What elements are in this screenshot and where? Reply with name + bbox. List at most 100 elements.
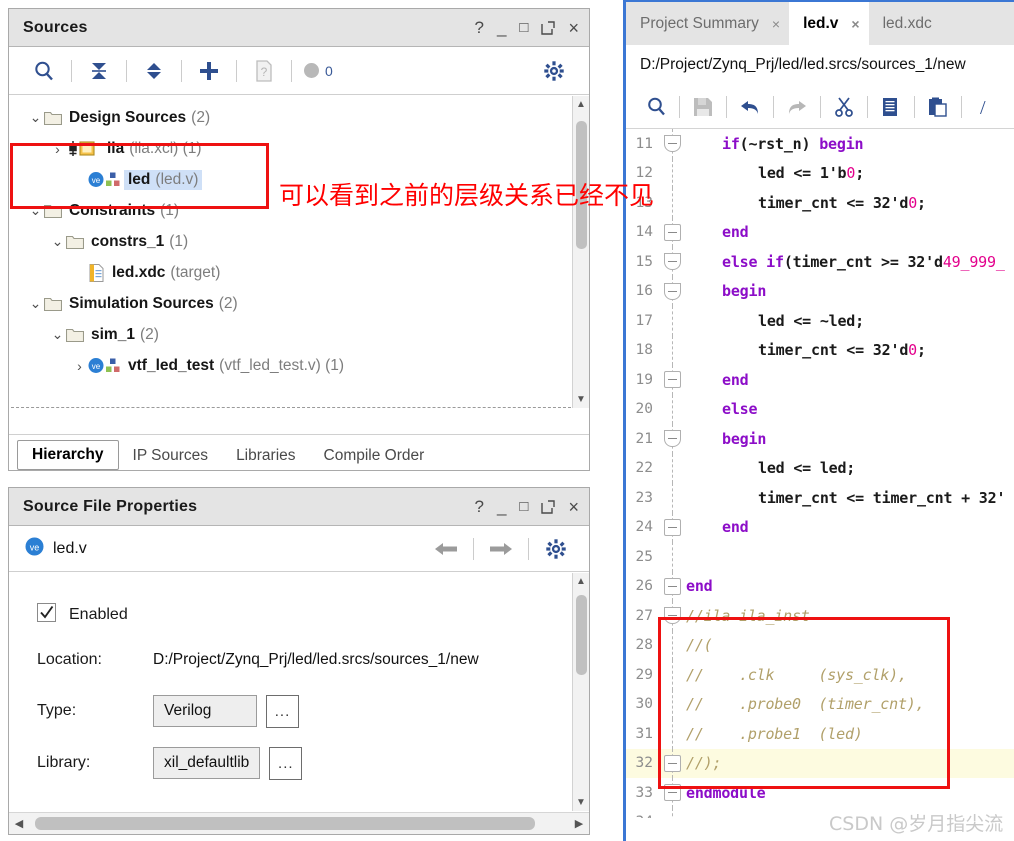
maximize-icon[interactable]: □ <box>519 20 528 35</box>
editor-tab-led-v[interactable]: led.v × <box>789 2 869 45</box>
code-line[interactable]: 23 timer_cnt <= timer_cnt + 32' <box>626 483 1014 513</box>
sources-view-tabs[interactable]: Hierarchy IP Sources Libraries Compile Orde… <box>9 434 589 470</box>
tree-item-vtf-led-test[interactable]: › ve vtf_led_test (vtf_led_test.v) (1) <box>15 350 572 381</box>
chevron-down-icon[interactable]: ⌄ <box>27 295 44 312</box>
tab-hierarchy[interactable]: Hierarchy <box>17 440 119 470</box>
tree-item-sim-1[interactable]: ⌄ sim_1 (2) <box>15 319 572 350</box>
editor-tab-led-xdc[interactable]: led.xdc <box>869 2 941 45</box>
fold-toggle-icon[interactable] <box>660 247 686 277</box>
tree-item-simulation-sources[interactable]: ⌄ Simulation Sources (2) <box>15 288 572 319</box>
code-area[interactable]: 11 if(~rst_n) begin 12 led <= 1'b0; 13 timer_… <box>626 129 1014 818</box>
cut-icon[interactable] <box>826 90 862 124</box>
chevron-right-icon[interactable]: › <box>49 141 66 157</box>
forward-arrow-icon[interactable] <box>480 532 522 566</box>
type-select[interactable]: Verilog <box>153 695 257 727</box>
search-icon[interactable] <box>638 90 674 124</box>
float-icon[interactable] <box>541 20 556 35</box>
find-replace-icon[interactable]: / <box>967 90 1003 124</box>
properties-scrollbar[interactable]: ▲ ▼ <box>572 573 589 811</box>
code-line[interactable]: 33 endmodule <box>626 778 1014 808</box>
code-line[interactable]: 27 //ila ila_inst <box>626 601 1014 631</box>
redo-icon[interactable] <box>779 90 815 124</box>
fold-toggle-icon[interactable] <box>660 365 686 395</box>
search-icon[interactable] <box>23 54 65 88</box>
scroll-up-icon[interactable]: ▲ <box>573 573 589 590</box>
copy-icon[interactable] <box>873 90 909 124</box>
code-line[interactable]: 22 led <= led; <box>626 453 1014 483</box>
help-icon[interactable]: ? <box>474 19 483 36</box>
fold-toggle-icon[interactable] <box>660 601 686 631</box>
tab-libraries[interactable]: Libraries <box>222 442 309 470</box>
status-badge[interactable]: 0 <box>298 63 333 79</box>
scroll-up-icon[interactable]: ▲ <box>573 96 589 113</box>
fold-toggle-icon[interactable] <box>660 129 686 159</box>
minimize-icon[interactable]: _ <box>497 498 506 515</box>
code-line[interactable]: 31 // .probe1 (led) <box>626 719 1014 749</box>
collapse-all-icon[interactable] <box>78 54 120 88</box>
tree-item-design-sources[interactable]: ⌄ Design Sources (2) <box>15 102 572 133</box>
code-line[interactable]: 32 //); <box>626 748 1014 778</box>
fold-toggle-icon[interactable] <box>660 512 686 542</box>
code-line[interactable]: 28 //( <box>626 630 1014 660</box>
close-icon[interactable]: × <box>568 498 579 516</box>
fold-toggle-icon[interactable] <box>660 748 686 778</box>
tree-item-constrs-1[interactable]: ⌄ constrs_1 (1) <box>15 226 572 257</box>
code-line[interactable]: 20 else <box>626 394 1014 424</box>
library-browse-button[interactable]: ... <box>269 746 303 780</box>
maximize-icon[interactable]: □ <box>519 499 528 514</box>
code-line[interactable]: 29 // .clk (sys_clk), <box>626 660 1014 690</box>
code-line[interactable]: 15 else if(timer_cnt >= 32'd49_999_ <box>626 247 1014 277</box>
sources-tree[interactable]: ⌄ Design Sources (2) › ila (ila.xci) (1) ve led… <box>9 96 589 408</box>
enabled-checkbox[interactable] <box>37 603 56 627</box>
fold-toggle-icon[interactable] <box>660 424 686 454</box>
fold-toggle-icon[interactable] <box>660 571 686 601</box>
help-icon[interactable]: ? <box>474 498 483 515</box>
scroll-down-icon[interactable]: ▼ <box>573 391 589 408</box>
close-icon[interactable]: × <box>772 16 780 32</box>
gear-icon[interactable] <box>535 532 577 566</box>
library-select[interactable]: xil_defaultlib <box>153 747 261 779</box>
code-line[interactable]: 24 end <box>626 512 1014 542</box>
properties-hscrollbar[interactable]: ◀ ▶ <box>9 812 589 834</box>
save-icon[interactable] <box>685 90 721 124</box>
undo-icon[interactable] <box>732 90 768 124</box>
scroll-down-icon[interactable]: ▼ <box>573 794 589 811</box>
code-line[interactable]: 30 // .probe0 (timer_cnt), <box>626 689 1014 719</box>
chevron-down-icon[interactable]: ⌄ <box>27 109 44 126</box>
code-line[interactable]: 11 if(~rst_n) begin <box>626 129 1014 159</box>
fold-toggle-icon[interactable] <box>660 276 686 306</box>
code-line[interactable]: 19 end <box>626 365 1014 395</box>
code-line[interactable]: 25 <box>626 542 1014 572</box>
add-sources-icon[interactable] <box>188 54 230 88</box>
gear-icon[interactable] <box>533 54 575 88</box>
scroll-left-icon[interactable]: ◀ <box>9 817 29 830</box>
code-line[interactable]: 18 timer_cnt <= 32'd0; <box>626 335 1014 365</box>
code-line[interactable]: 26 end <box>626 571 1014 601</box>
code-line[interactable]: 14 end <box>626 217 1014 247</box>
report-icon[interactable]: ? <box>243 54 285 88</box>
sources-tree-scrollbar[interactable]: ▲ ▼ <box>572 96 589 408</box>
tree-item-led-xdc[interactable]: led.xdc (target) <box>15 257 572 288</box>
editor-tab-project-summary[interactable]: Project Summary × <box>626 2 789 45</box>
tree-item-ila[interactable]: › ila (ila.xci) (1) <box>15 133 572 164</box>
tab-ip-sources[interactable]: IP Sources <box>119 442 223 470</box>
paste-icon[interactable] <box>920 90 956 124</box>
fold-toggle-icon[interactable] <box>660 217 686 247</box>
chevron-down-icon[interactable]: ⌄ <box>49 326 66 343</box>
code-line[interactable]: 12 led <= 1'b0; <box>626 158 1014 188</box>
chevron-down-icon[interactable]: ⌄ <box>27 202 44 219</box>
expand-all-icon[interactable] <box>133 54 175 88</box>
editor-tab-bar[interactable]: Project Summary × led.v × led.xdc <box>626 2 1014 45</box>
close-icon[interactable]: × <box>568 19 579 37</box>
tab-compile-order[interactable]: Compile Order <box>310 442 439 470</box>
scrollbar-thumb[interactable] <box>576 595 587 675</box>
code-line[interactable]: 21 begin <box>626 424 1014 454</box>
chevron-right-icon[interactable]: › <box>71 358 88 374</box>
hscrollbar-thumb[interactable] <box>35 817 535 830</box>
code-line[interactable]: 17 led <= ~led; <box>626 306 1014 336</box>
code-line[interactable]: 16 begin <box>626 276 1014 306</box>
code-line[interactable]: 13 timer_cnt <= 32'd0; <box>626 188 1014 218</box>
minimize-icon[interactable]: _ <box>497 19 506 36</box>
close-icon[interactable]: × <box>851 16 859 32</box>
scroll-right-icon[interactable]: ▶ <box>569 817 589 830</box>
